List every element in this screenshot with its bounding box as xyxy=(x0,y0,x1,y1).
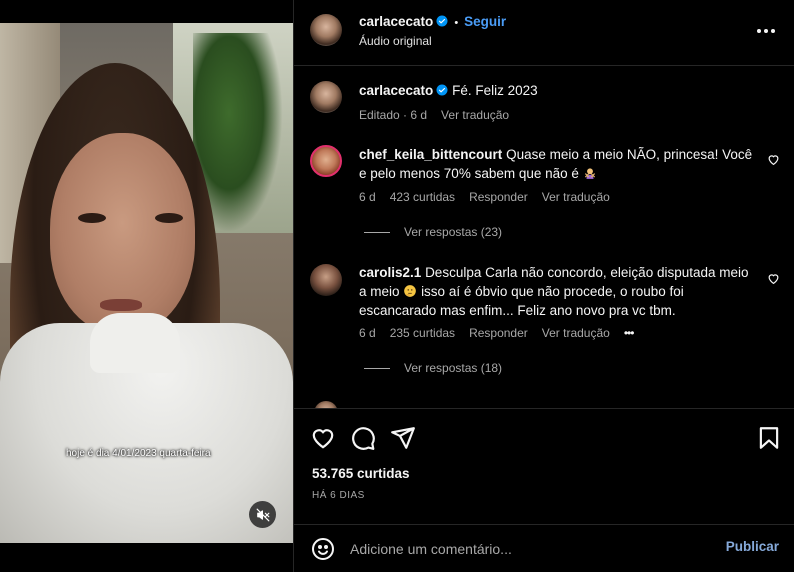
mute-toggle-button[interactable] xyxy=(249,501,276,528)
person-turtleneck xyxy=(90,313,180,373)
header-username[interactable]: carlacecato xyxy=(359,14,433,29)
audio-label[interactable]: Áudio original xyxy=(359,34,432,48)
heart-icon xyxy=(768,155,779,166)
comment-text: chef_keila_bittencourt Quase meio a meio… xyxy=(359,145,759,183)
comment-age: 6 d xyxy=(359,190,376,204)
comment-meta: 6 d 423 curtidas Responder Ver tradução xyxy=(359,190,610,204)
comment-text: carolis2.1 Desculpa Carla não concordo, … xyxy=(359,263,759,320)
comment-bubble-icon[interactable] xyxy=(350,425,376,451)
header-separator: • xyxy=(454,17,459,29)
view-replies-button[interactable]: Ver respostas (18) xyxy=(364,361,502,375)
avatar[interactable] xyxy=(310,14,342,46)
caption-meta: Editado · 6 d Ver tradução xyxy=(359,108,509,122)
post-header: carlacecato • Seguir Áudio original xyxy=(294,0,794,66)
comment-likes[interactable]: 423 curtidas xyxy=(390,190,455,204)
likes-count[interactable]: 53.765 curtidas xyxy=(312,466,410,481)
comment-meta: 6 d 235 curtidas Responder Ver tradução … xyxy=(359,326,635,340)
person-eye-right xyxy=(155,213,183,223)
verified-badge-icon xyxy=(436,84,448,96)
paper-plane-icon[interactable] xyxy=(390,425,416,451)
comments-list[interactable]: carlacecato Fé. Feliz 2023 Editado · 6 d… xyxy=(294,67,794,408)
post-media: hoje é dia 4/01/2023 quarta-feira xyxy=(0,0,293,572)
comment-age: 6 d xyxy=(359,326,376,340)
comment-username[interactable]: carolis2.1 xyxy=(359,265,421,280)
video-overlay-text: hoje é dia 4/01/2023 quarta-feira xyxy=(66,448,211,459)
video-player[interactable]: hoje é dia 4/01/2023 quarta-feira xyxy=(0,23,293,543)
comment-reply-button[interactable]: Responder xyxy=(469,190,528,204)
caption-text: Fé. Feliz 2023 xyxy=(452,83,538,98)
comment-reply-button[interactable]: Responder xyxy=(469,326,528,340)
post-side-panel: carlacecato • Seguir Áudio original carlac… xyxy=(293,0,794,572)
comment-like-button[interactable] xyxy=(767,153,781,167)
woman-gesturing-no-emoji xyxy=(584,168,595,179)
post-comment-button[interactable]: Publicar xyxy=(726,539,779,554)
post-actions: 53.765 curtidas HÁ 6 DIAS xyxy=(294,408,794,524)
avatar[interactable] xyxy=(314,401,338,408)
post-timestamp: HÁ 6 DIAS xyxy=(312,490,365,501)
follow-button[interactable]: Seguir xyxy=(464,14,506,29)
replies-label[interactable]: Ver respostas (18) xyxy=(404,361,502,375)
thinking-face-emoji xyxy=(404,285,417,297)
heart-icon[interactable] xyxy=(310,425,336,451)
replies-label[interactable]: Ver respostas (23) xyxy=(404,225,502,239)
caption-translate-link[interactable]: Ver tradução xyxy=(441,108,509,122)
smiley-icon[interactable] xyxy=(311,537,335,561)
verified-badge-icon xyxy=(436,15,448,27)
replies-divider xyxy=(364,367,390,369)
bookmark-icon[interactable] xyxy=(756,425,782,451)
person-eye-left xyxy=(78,213,106,223)
avatar[interactable] xyxy=(310,264,342,296)
comment-like-button[interactable] xyxy=(767,272,781,286)
caption-text-line: carlacecato Fé. Feliz 2023 xyxy=(359,81,759,100)
comment-input[interactable] xyxy=(350,537,710,561)
replies-divider xyxy=(364,231,390,233)
caption-edited: Editado · 6 d xyxy=(359,108,428,122)
speaker-muted-icon xyxy=(256,508,269,521)
avatar[interactable] xyxy=(310,145,342,177)
comment-composer: Publicar xyxy=(294,524,794,572)
comment-options-button[interactable]: ••• xyxy=(624,326,635,340)
heart-icon xyxy=(768,274,779,285)
caption-username[interactable]: carlacecato xyxy=(359,83,433,98)
avatar[interactable] xyxy=(310,81,342,113)
more-horizontal-icon[interactable] xyxy=(757,23,777,39)
comment-translate-link[interactable]: Ver tradução xyxy=(542,190,610,204)
header-user-line: carlacecato • Seguir xyxy=(359,13,506,31)
comment-username[interactable]: chef_keila_bittencourt xyxy=(359,147,502,162)
comment-likes[interactable]: 235 curtidas xyxy=(390,326,455,340)
comment-translate-link[interactable]: Ver tradução xyxy=(542,326,610,340)
view-replies-button[interactable]: Ver respostas (23) xyxy=(364,225,502,239)
person-mouth xyxy=(100,299,142,311)
